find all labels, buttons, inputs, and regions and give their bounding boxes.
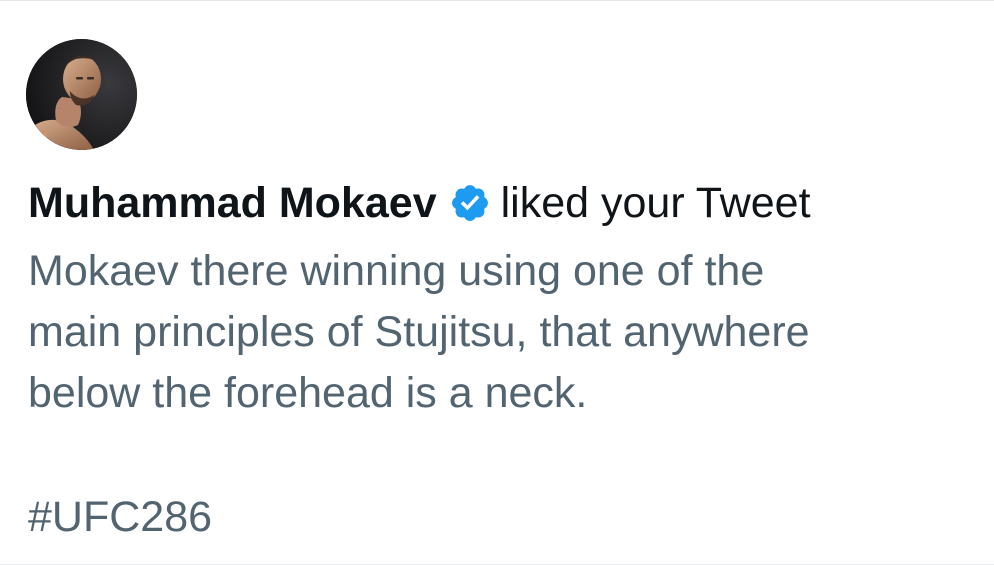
notification-headline: Muhammad Mokaev liked your Tweet [28, 175, 811, 231]
avatar[interactable] [26, 39, 137, 150]
tweet-text-line: main principles of Stujitsu, that anywhe… [28, 308, 810, 356]
tweet-text-line: Mokaev there winning using one of the [28, 247, 765, 295]
user-name[interactable]: Muhammad Mokaev [28, 175, 437, 231]
avatar-photo [26, 39, 137, 150]
hashtag-link[interactable]: #UFC286 [28, 487, 212, 548]
action-text: liked your Tweet [500, 179, 811, 227]
tweet-text[interactable]: Mokaev there winning using one of the ma… [28, 241, 968, 424]
verified-badge-icon [449, 182, 491, 224]
tweet-text-line: below the forehead is a neck. [28, 369, 588, 417]
like-notification[interactable]: Muhammad Mokaev liked your Tweet Mokaev … [0, 0, 994, 565]
